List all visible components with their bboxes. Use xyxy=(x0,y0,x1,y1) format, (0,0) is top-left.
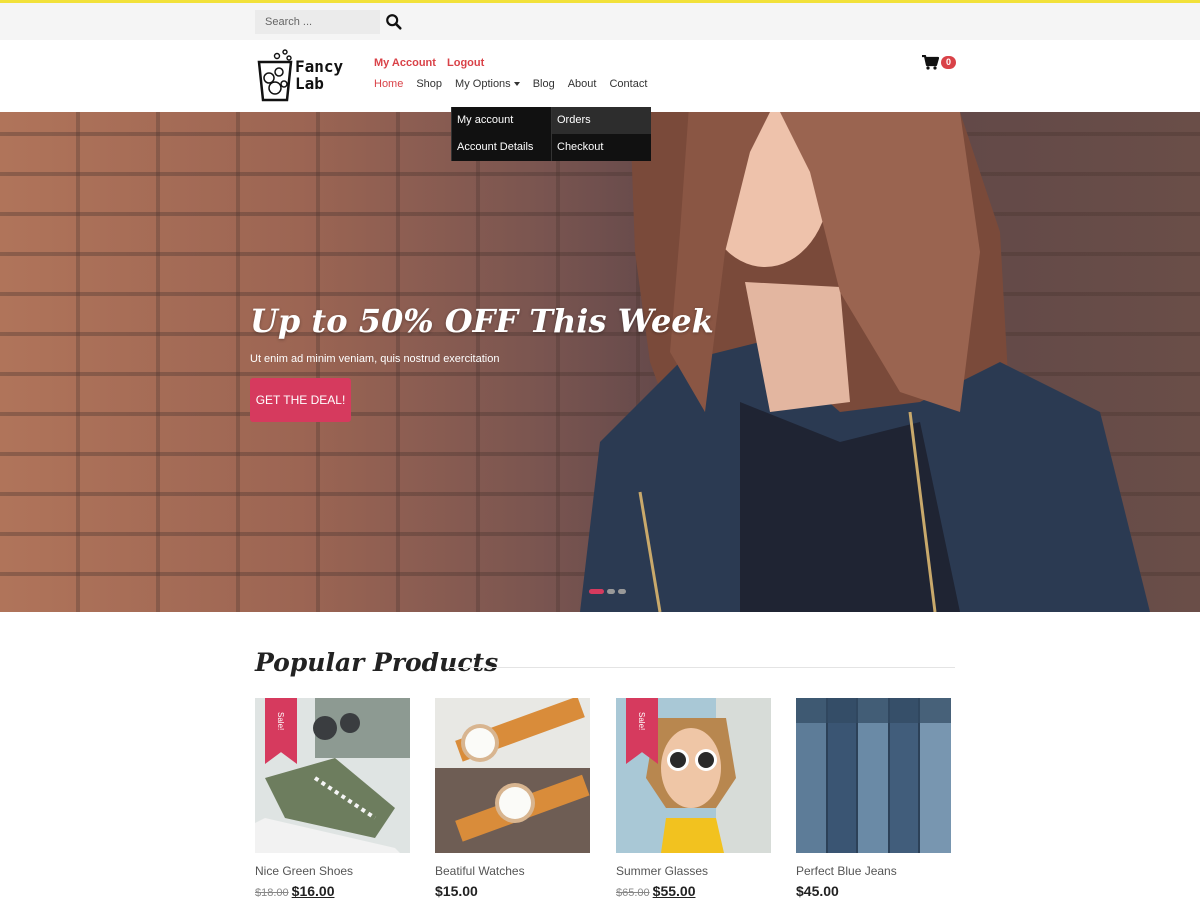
search-input[interactable] xyxy=(255,10,380,34)
product-card[interactable]: Sale! Summer Glasses $65.00 $55.00 xyxy=(616,698,771,899)
account-links: My Account Logout xyxy=(374,57,492,69)
cart-count-badge: 0 xyxy=(941,56,956,69)
product-price: $65.00 $55.00 xyxy=(616,883,771,899)
slider-dot-3[interactable] xyxy=(618,589,626,594)
product-price: $18.00 $16.00 xyxy=(255,883,410,899)
product-name[interactable]: Nice Green Shoes xyxy=(255,864,410,878)
nav-my-options-label: My Options xyxy=(455,78,511,90)
product-image-watches[interactable] xyxy=(435,698,590,853)
hero-subtitle: Ut enim ad minim veniam, quis nostrud ex… xyxy=(250,353,500,365)
dropdown-item-checkout[interactable]: Checkout xyxy=(551,134,651,161)
product-name[interactable]: Beatiful Watches xyxy=(435,864,590,878)
slider-dot-2[interactable] xyxy=(607,589,615,594)
product-old-price: $65.00 xyxy=(616,887,650,899)
product-card[interactable]: Beatiful Watches $15.00 xyxy=(435,698,590,899)
dropdown-item-account-details[interactable]: Account Details xyxy=(451,134,551,161)
title-divider xyxy=(450,667,955,668)
logo-line-1: Fancy xyxy=(295,57,344,76)
nav-blog[interactable]: Blog xyxy=(533,78,555,90)
nav-shop[interactable]: Shop xyxy=(416,78,442,90)
product-name[interactable]: Perfect Blue Jeans xyxy=(796,864,951,878)
product-old-price: $18.00 xyxy=(255,887,289,899)
site-logo[interactable]: Fancy Lab xyxy=(255,48,355,104)
hero-woman-image xyxy=(580,112,1150,612)
cart-button[interactable]: 0 xyxy=(922,55,956,71)
nav-about[interactable]: About xyxy=(568,78,597,90)
nav-home[interactable]: Home xyxy=(374,78,403,90)
caret-down-icon xyxy=(513,82,520,87)
product-price: $15.00 xyxy=(435,883,590,899)
my-options-dropdown: My account Orders Account Details Checko… xyxy=(451,107,651,161)
product-image-shoes[interactable]: Sale! xyxy=(255,698,410,853)
product-image-jeans[interactable] xyxy=(796,698,951,853)
product-sale-price: $15.00 xyxy=(435,883,478,899)
dropdown-item-orders[interactable]: Orders xyxy=(551,107,651,134)
logo-line-2: Lab xyxy=(295,74,324,93)
sale-ribbon-label: Sale! xyxy=(637,712,646,731)
search-icon[interactable] xyxy=(385,13,403,31)
product-card[interactable]: Perfect Blue Jeans $45.00 xyxy=(796,698,951,899)
product-sale-price: $55.00 xyxy=(652,883,696,899)
product-card[interactable]: Sale! Nice Green Shoes $18.00 $16.00 xyxy=(255,698,410,899)
product-name[interactable]: Summer Glasses xyxy=(616,864,771,878)
product-image-glasses[interactable]: Sale! xyxy=(616,698,771,853)
sale-ribbon-label: Sale! xyxy=(276,712,285,731)
slider-dot-1[interactable] xyxy=(589,589,604,594)
logout-link[interactable]: Logout xyxy=(447,57,484,69)
main-nav: Home Shop My Options Blog About Contact xyxy=(374,78,660,90)
slider-dots xyxy=(589,589,626,594)
product-price: $45.00 xyxy=(796,883,951,899)
popular-products-title: Popular Products xyxy=(255,648,499,677)
logo-text: Fancy Lab xyxy=(295,58,343,92)
dropdown-item-my-account[interactable]: My account xyxy=(451,107,551,134)
my-account-link[interactable]: My Account xyxy=(374,57,436,69)
shopping-cart-icon xyxy=(922,55,939,70)
nav-my-options[interactable]: My Options xyxy=(455,78,520,90)
site-header: Fancy Lab My Account Logout Home Shop My… xyxy=(0,40,1200,112)
product-sale-price: $45.00 xyxy=(796,883,839,899)
hero-slider: Up to 50% OFF This Week Ut enim ad minim… xyxy=(0,112,1200,612)
top-bar xyxy=(0,0,1200,40)
search-form xyxy=(255,10,405,34)
nav-contact[interactable]: Contact xyxy=(609,78,647,90)
jeans-image xyxy=(796,698,951,853)
watches-image xyxy=(435,698,590,853)
glass-bubbles-logo-icon xyxy=(257,49,293,102)
product-sale-price: $16.00 xyxy=(291,883,335,899)
hero-title: Up to 50% OFF This Week xyxy=(250,302,714,340)
get-the-deal-button[interactable]: GET THE DEAL! xyxy=(250,378,351,422)
